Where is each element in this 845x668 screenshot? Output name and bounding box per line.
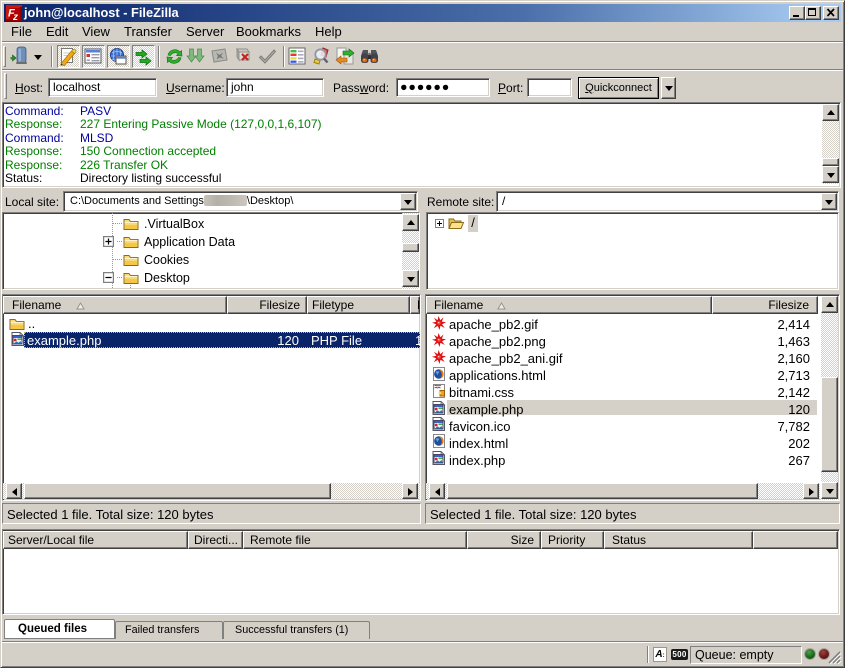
svg-text:z: z <box>12 12 18 21</box>
